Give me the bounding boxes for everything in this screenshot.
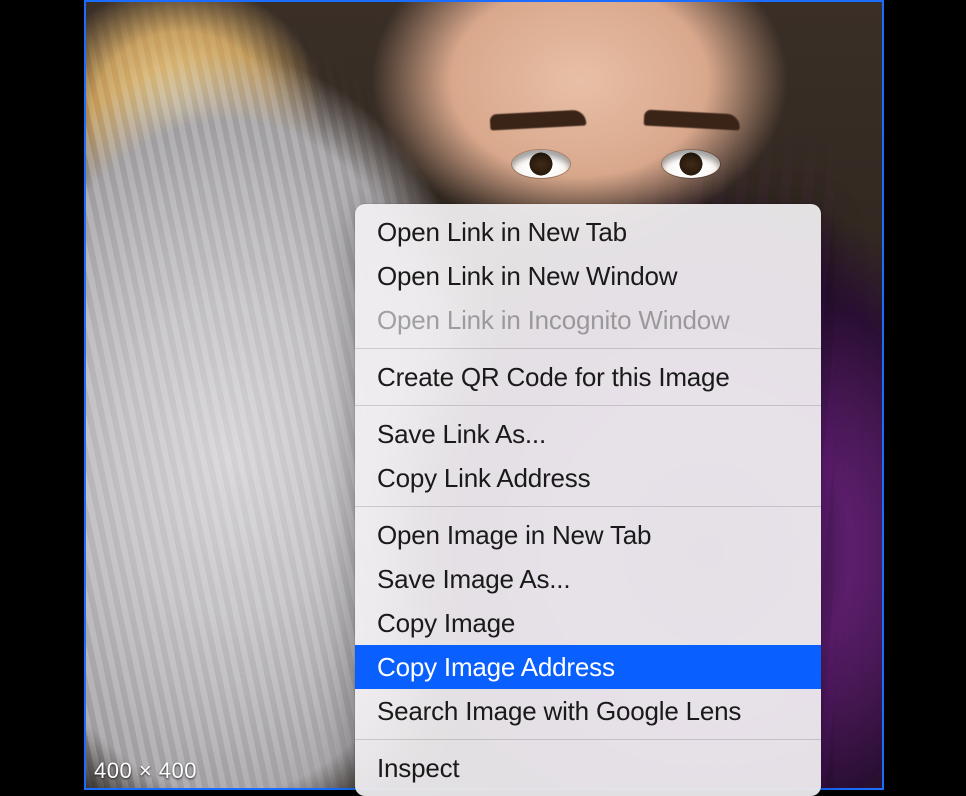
- context-menu: Open Link in New TabOpen Link in New Win…: [355, 204, 821, 796]
- menu-separator: [355, 405, 821, 406]
- menu-item-open-link-in-incognito-window: Open Link in Incognito Window: [355, 298, 821, 342]
- menu-item-search-image-with-google-lens[interactable]: Search Image with Google Lens: [355, 689, 821, 733]
- image-dimensions-badge: 400 × 400: [88, 758, 201, 786]
- menu-item-open-image-in-new-tab[interactable]: Open Image in New Tab: [355, 513, 821, 557]
- menu-item-open-link-in-new-window[interactable]: Open Link in New Window: [355, 254, 821, 298]
- menu-item-inspect[interactable]: Inspect: [355, 746, 821, 790]
- menu-separator: [355, 506, 821, 507]
- menu-separator: [355, 739, 821, 740]
- menu-item-save-link-as[interactable]: Save Link As...: [355, 412, 821, 456]
- portrait-eye: [512, 150, 570, 178]
- portrait-eye: [662, 150, 720, 178]
- menu-separator: [355, 348, 821, 349]
- menu-item-create-qr-code-for-this-image[interactable]: Create QR Code for this Image: [355, 355, 821, 399]
- menu-item-copy-link-address[interactable]: Copy Link Address: [355, 456, 821, 500]
- menu-item-open-link-in-new-tab[interactable]: Open Link in New Tab: [355, 210, 821, 254]
- menu-item-save-image-as[interactable]: Save Image As...: [355, 557, 821, 601]
- menu-item-copy-image-address[interactable]: Copy Image Address: [355, 645, 821, 689]
- menu-item-copy-image[interactable]: Copy Image: [355, 601, 821, 645]
